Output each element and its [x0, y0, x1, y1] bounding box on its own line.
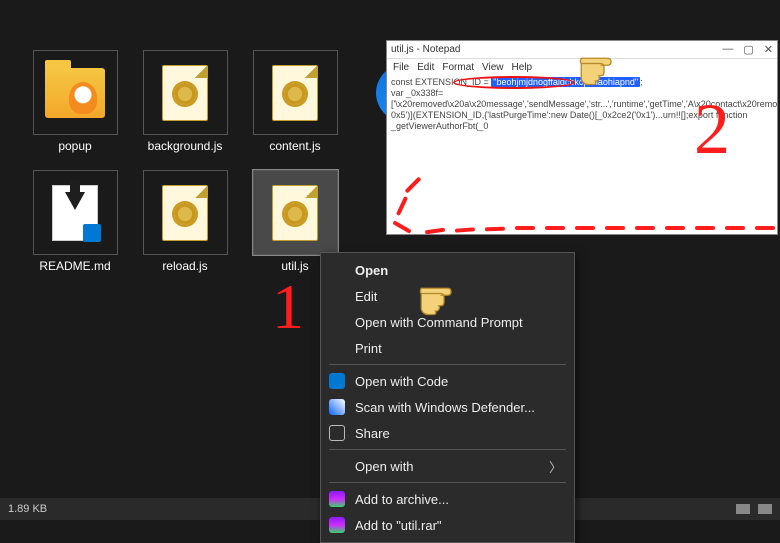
- notepad-titlebar[interactable]: util.js - Notepad — ▢ ✕: [387, 41, 777, 59]
- notepad-body[interactable]: const EXTENSION_ID = "beohjmjdnogffaldcb…: [387, 75, 777, 234]
- details-view-icon[interactable]: [736, 504, 750, 514]
- notepad-window: util.js - Notepad — ▢ ✕ File Edit Format…: [386, 40, 778, 235]
- maximize-icon[interactable]: ▢: [743, 43, 753, 56]
- file-item-readme[interactable]: README.md: [20, 170, 130, 290]
- menu-open-cmd[interactable]: Open with Command Prompt: [321, 309, 574, 335]
- menu-open-code[interactable]: Open with Code: [321, 368, 574, 394]
- selected-text: "beohjmjdnogffaldcbkcpmlaohiapnd": [491, 77, 640, 87]
- thumbnails-view-icon[interactable]: [758, 504, 772, 514]
- notepad-title: util.js - Notepad: [391, 44, 460, 55]
- minimize-icon[interactable]: —: [722, 43, 733, 56]
- notepad-menubar: File Edit Format View Help: [387, 59, 777, 75]
- file-label: README.md: [39, 259, 110, 273]
- menu-print[interactable]: Print: [321, 335, 574, 361]
- file-label: reload.js: [162, 259, 207, 273]
- menu-separator: [329, 449, 566, 450]
- winrar-icon: [329, 517, 345, 533]
- file-item-reloadjs[interactable]: reload.js: [130, 170, 240, 290]
- menu-add-rar[interactable]: Add to "util.rar": [321, 512, 574, 538]
- context-menu: Open Edit Open with Command Prompt Print…: [320, 252, 575, 543]
- chevron-right-icon: 〉: [549, 457, 562, 476]
- menu-help[interactable]: Help: [512, 62, 533, 73]
- file-item-backgroundjs[interactable]: background.js: [130, 50, 240, 170]
- status-view-icons: [736, 504, 772, 514]
- vscode-icon: [329, 373, 345, 389]
- menu-separator: [329, 482, 566, 483]
- markdown-icon: [33, 170, 118, 255]
- menu-edit[interactable]: Edit: [321, 283, 574, 309]
- status-size: 1.89 KB: [8, 503, 47, 515]
- close-icon[interactable]: ✕: [764, 43, 773, 56]
- script-icon: [143, 50, 228, 135]
- file-label: popup: [58, 139, 91, 153]
- file-label: util.js: [281, 259, 308, 273]
- script-icon: [253, 170, 338, 255]
- menu-file[interactable]: File: [393, 62, 409, 73]
- winrar-icon: [329, 491, 345, 507]
- file-item-popup[interactable]: popup: [20, 50, 130, 170]
- menu-scan-defender[interactable]: Scan with Windows Defender...: [321, 394, 574, 420]
- file-label: content.js: [269, 139, 320, 153]
- menu-format[interactable]: Format: [442, 62, 474, 73]
- folder-icon: [33, 50, 118, 135]
- file-item-contentjs[interactable]: content.js: [240, 50, 350, 170]
- script-icon: [253, 50, 338, 135]
- file-label: background.js: [148, 139, 223, 153]
- menu-open-with[interactable]: Open with〉: [321, 453, 574, 479]
- menu-share[interactable]: Share: [321, 420, 574, 446]
- menu-add-archive[interactable]: Add to archive...: [321, 486, 574, 512]
- menu-open[interactable]: Open: [321, 257, 574, 283]
- menu-edit[interactable]: Edit: [417, 62, 434, 73]
- script-icon: [143, 170, 228, 255]
- menu-separator: [329, 364, 566, 365]
- shield-icon: [329, 399, 345, 415]
- share-icon: [329, 425, 345, 441]
- menu-view[interactable]: View: [482, 62, 504, 73]
